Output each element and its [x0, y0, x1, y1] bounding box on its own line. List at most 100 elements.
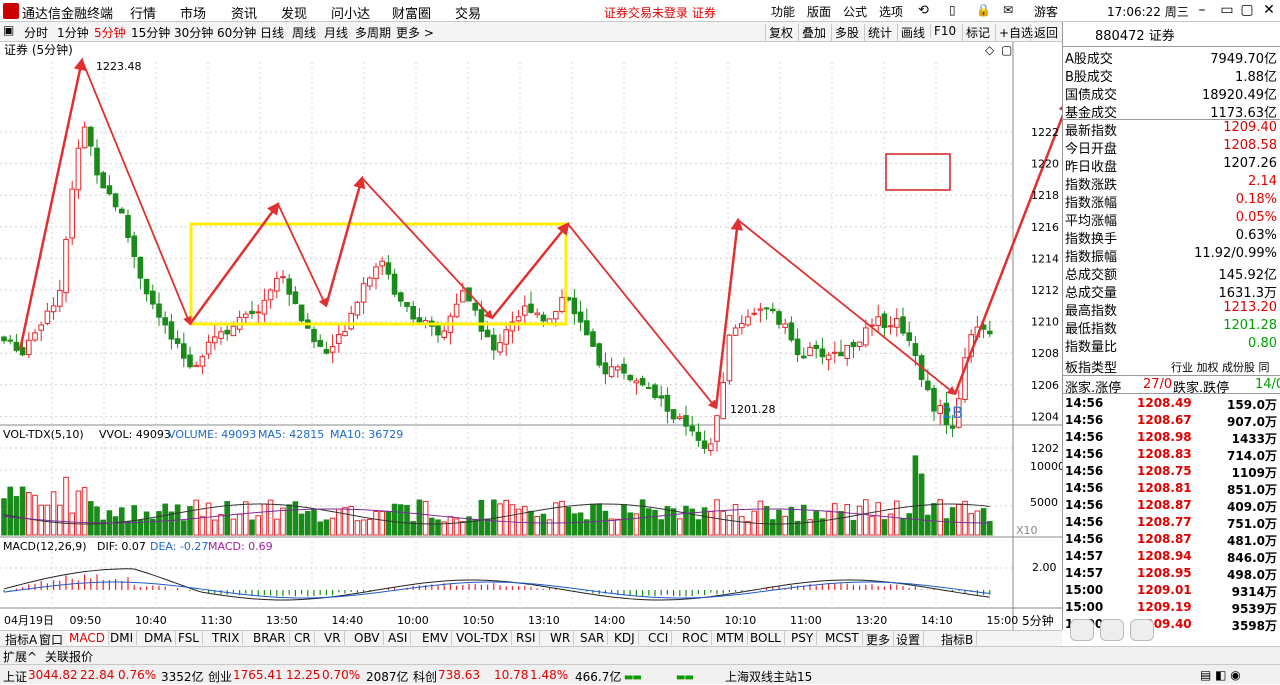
sidebar-toggle-icon[interactable]: ▣ [3, 23, 14, 37]
period-60min[interactable]: 60分钟 [217, 24, 256, 41]
trade-login-warning[interactable]: 证券交易未登录 [604, 4, 688, 21]
indicator-tab[interactable]: EMV [419, 631, 453, 645]
volume-bar [218, 513, 224, 536]
red-marker-box[interactable] [885, 153, 951, 191]
btn-biaoji[interactable]: 标记 [962, 24, 990, 41]
btn-fuquan[interactable]: 复权 [765, 24, 793, 41]
volume-bar [863, 499, 869, 536]
period-more[interactable]: 更多 > [396, 24, 434, 41]
period-daily[interactable]: 日线 [260, 24, 284, 41]
indicator-tab[interactable]: BRAR [250, 631, 290, 645]
period-5min[interactable]: 5分钟 [94, 24, 126, 41]
diamond-icon[interactable]: ◇ [985, 43, 995, 57]
indicator-tab[interactable]: DMI [107, 631, 138, 645]
indicator-tab[interactable]: DMA [141, 631, 176, 645]
tab-expand[interactable]: 扩展^ [3, 648, 37, 665]
tool-banmian[interactable]: 版面 [807, 3, 831, 20]
indicator-tab[interactable]: TRIX [209, 631, 244, 645]
tick-row: 14:56 1208.75 1109万 [1063, 464, 1280, 481]
phone-icon[interactable]: ▯ [949, 3, 956, 17]
indicator-tab[interactable]: VR [321, 631, 345, 645]
candle-body [875, 316, 882, 327]
btn-fanhui[interactable]: 返回 [1030, 24, 1058, 41]
indicator-tab[interactable]: RSI [513, 631, 540, 645]
trend-arrow[interactable] [324, 175, 366, 307]
tool-gongshi[interactable]: 公式 [843, 3, 867, 20]
menu-wenxiaoda[interactable]: 问小达 [331, 3, 370, 22]
indicator-tab[interactable]: KDJ [611, 631, 639, 645]
x-tick: 11:00 [790, 614, 822, 627]
trend-arrow[interactable] [737, 219, 957, 396]
x-tick: 10:00 [397, 614, 429, 627]
overlay-pill-icon[interactable] [1070, 619, 1094, 641]
tool-xuanxiang[interactable]: 选项 [879, 3, 903, 20]
tab-related-quote[interactable]: 关联报价 [45, 648, 93, 665]
quote-row: 总成交量 1631.3万 [1063, 282, 1280, 301]
btn-duogu[interactable]: 多股 [831, 24, 859, 41]
menu-hangqing[interactable]: 行情 [130, 3, 156, 22]
period-monthly[interactable]: 月线 [324, 24, 348, 41]
menu-zixun[interactable]: 资讯 [231, 3, 257, 22]
window-icon[interactable]: ▢ [1001, 43, 1012, 57]
server-status[interactable]: 上海双线主站15 [725, 668, 812, 685]
indicator-tab[interactable]: VOL-TDX [453, 631, 512, 645]
candle-body [856, 341, 863, 347]
user-guest[interactable]: 游客 [1034, 3, 1058, 20]
menu-caifuquan[interactable]: 财富圈 [392, 3, 431, 22]
period-15min[interactable]: 15分钟 [131, 24, 170, 41]
indicator-tab[interactable]: SAR [577, 631, 609, 645]
cy-change: 12.25 [286, 668, 321, 682]
quote-key: 基金成交 [1065, 106, 1118, 121]
trend-arrow[interactable] [361, 177, 494, 320]
period-weekly[interactable]: 周线 [292, 24, 316, 41]
menu-jiaoyi[interactable]: 交易 [455, 3, 481, 22]
indicator-tab[interactable]: ASI [385, 631, 412, 645]
indicator-tab[interactable]: PSY [788, 631, 818, 645]
volume-bar [627, 512, 634, 536]
minimize2-icon[interactable]: ▭ [1218, 2, 1236, 20]
indicator-tab[interactable]: BOLL [747, 631, 785, 645]
indicator-tab[interactable]: MTM [713, 631, 749, 645]
kline-chart[interactable]: 证券 (5分钟) 1223.48 1201.28 2B ◇ ▢ 1222 1220… [0, 42, 1062, 630]
sh-amount: 3352亿 [161, 670, 204, 684]
period-30min[interactable]: 30分钟 [174, 24, 213, 41]
candle-body [664, 394, 671, 412]
btn-huaxian[interactable]: 画线 [897, 24, 925, 41]
trend-arrow[interactable] [81, 59, 192, 326]
candle-body [832, 351, 838, 354]
candle-body [280, 276, 286, 279]
period-multi[interactable]: 多周期 [355, 24, 391, 41]
overlay-pill2-icon[interactable] [1100, 619, 1124, 641]
indicator-tab[interactable]: FSL [175, 631, 203, 645]
refresh-icon[interactable]: ⟲ [918, 3, 929, 18]
indicator-tab[interactable]: MACD [66, 631, 109, 645]
volume-bar [181, 520, 187, 536]
sector-type-values[interactable]: 行业 加权 成份股 同 [1171, 359, 1270, 375]
period-fenshi[interactable]: 分时 [24, 24, 48, 41]
menu-shichang[interactable]: 市场 [180, 3, 206, 22]
btn-tongji[interactable]: 统计 [864, 24, 892, 41]
minimize-icon[interactable]: – [1193, 2, 1211, 20]
lock-icon[interactable]: 🔒 [976, 3, 991, 17]
indicator-tab[interactable]: OBV [351, 631, 384, 645]
trend-arrow[interactable] [277, 203, 328, 308]
indicator-tab[interactable]: WR [547, 631, 575, 645]
macd-value: MACD: 0.69 [208, 540, 273, 553]
btn-zixuan[interactable]: +自选 [995, 24, 1033, 41]
indicator-tab[interactable]: MCST [822, 631, 863, 645]
maximize-icon[interactable]: ▢ [1238, 2, 1256, 20]
mail-icon[interactable]: ✉ [1003, 3, 1013, 17]
volume-bar [342, 507, 348, 536]
tick-price: 1208.98 [1137, 430, 1192, 444]
status-icons[interactable]: ▤ ◧ ◉ [1200, 668, 1241, 682]
btn-diejia[interactable]: 叠加 [798, 24, 826, 41]
close-icon[interactable]: ✕ [1260, 2, 1278, 20]
indicator-tab[interactable]: ROC [679, 631, 713, 645]
overlay-pill3-icon[interactable] [1130, 619, 1154, 641]
menu-faxian[interactable]: 发现 [281, 3, 307, 22]
period-1min[interactable]: 1分钟 [57, 24, 89, 41]
tool-gongneng[interactable]: 功能 [771, 3, 795, 20]
indicator-tab[interactable]: CCI [645, 631, 673, 645]
indicator-tab[interactable]: CR [291, 631, 315, 645]
btn-f10[interactable]: F10 [930, 24, 956, 38]
